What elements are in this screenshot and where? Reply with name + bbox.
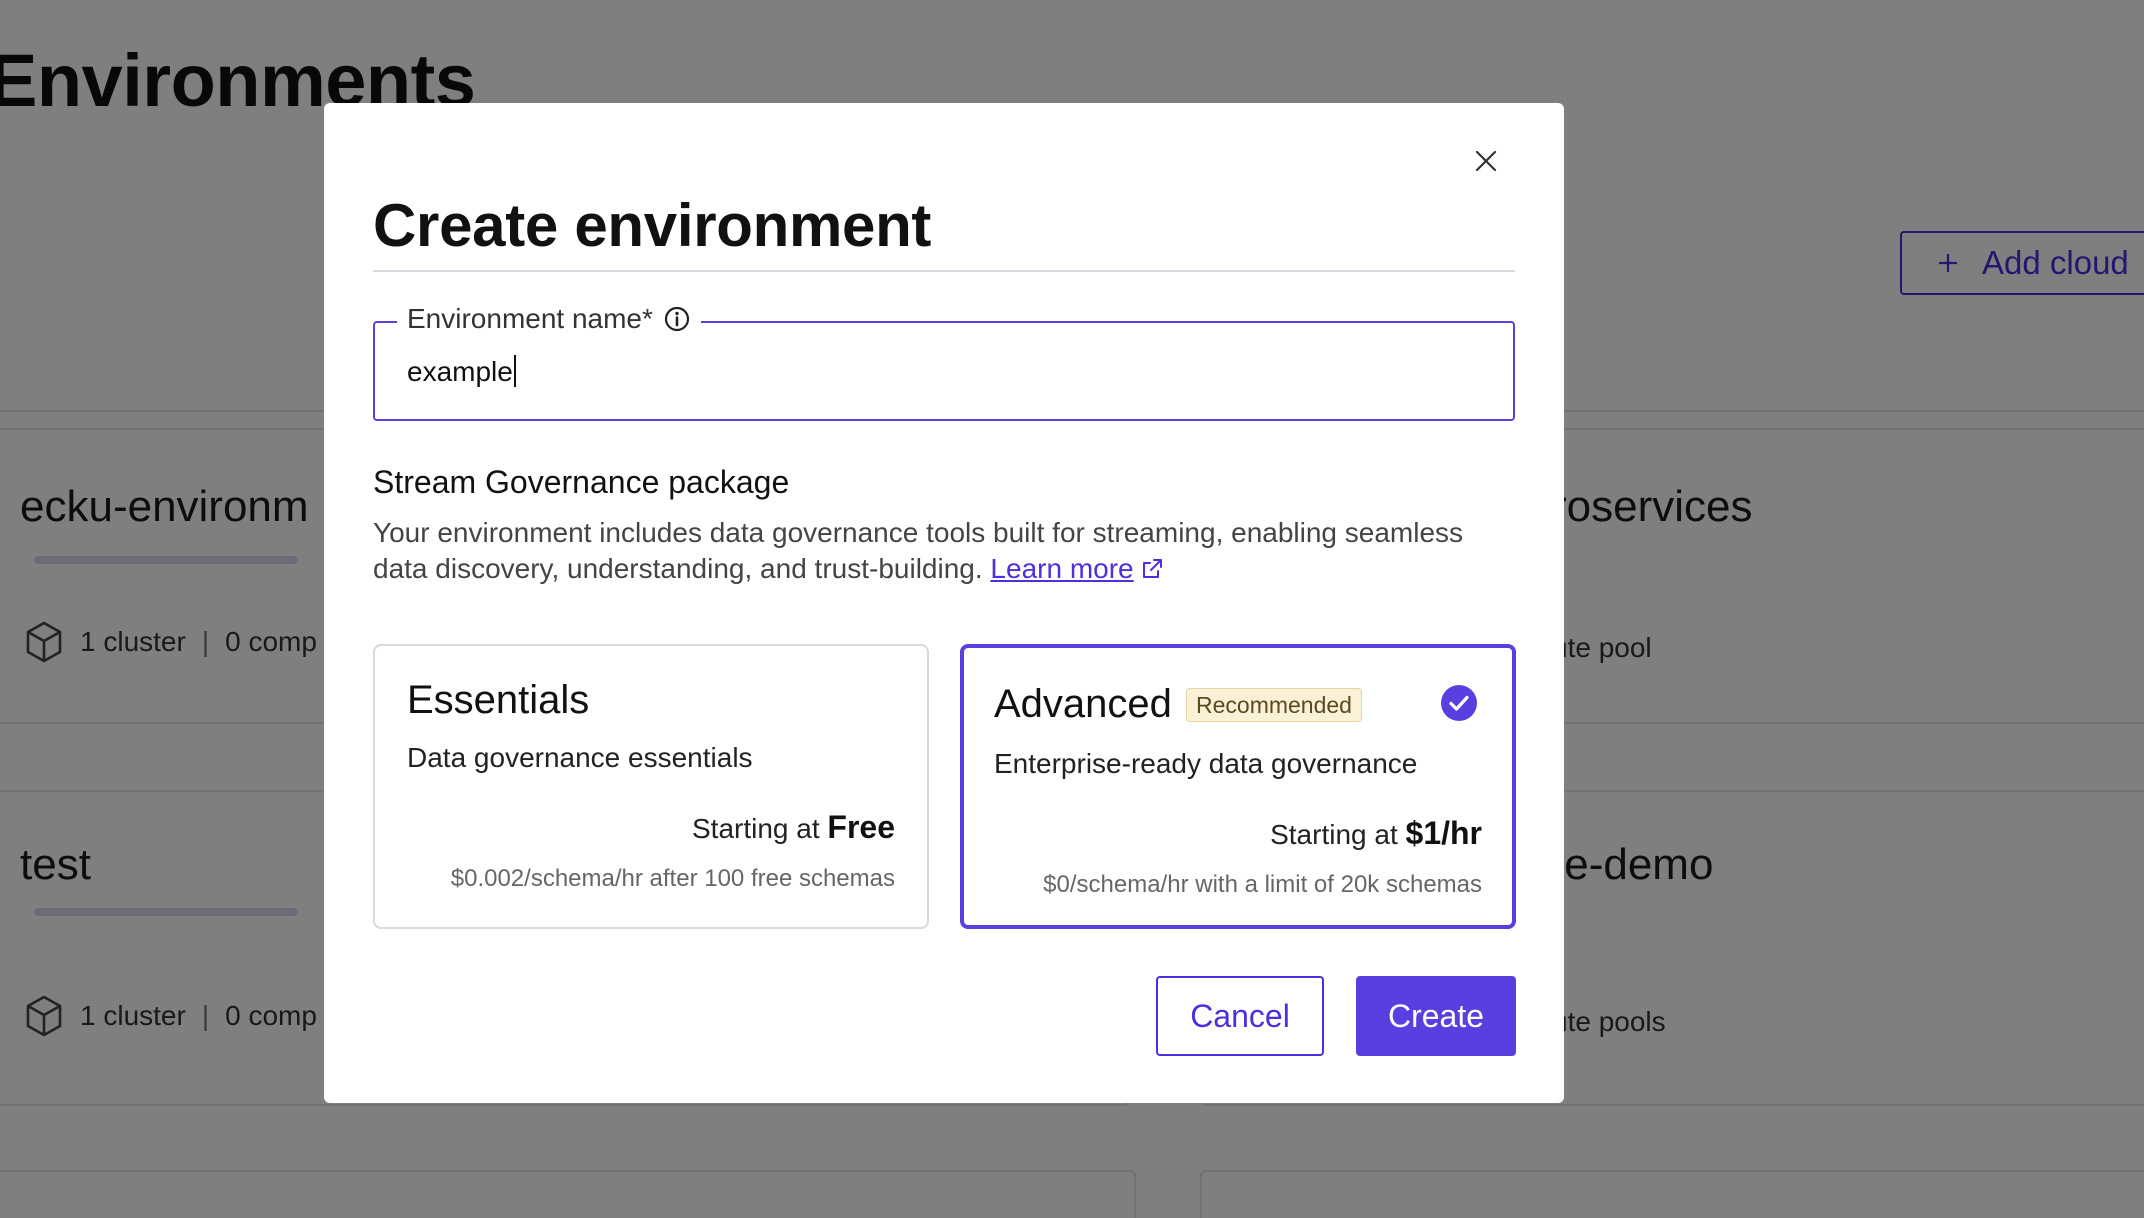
check-circle-icon (1441, 685, 1477, 721)
package-description: Enterprise-ready data governance (994, 748, 1418, 779)
price-prefix: Starting at (1270, 819, 1398, 850)
close-icon (1475, 150, 1497, 172)
package-advanced-card[interactable]: Advanced Recommended Enterprise-ready da… (960, 644, 1516, 929)
package-note: $0/schema/hr with a limit of 20k schemas (1043, 871, 1482, 898)
create-environment-dialog: Create environment Environment name* exa… (324, 103, 1564, 1103)
environment-name-input[interactable]: example (407, 355, 516, 388)
title-divider (373, 270, 1515, 272)
learn-more-label: Learn more (990, 553, 1134, 584)
dialog-title: Create environment (373, 192, 932, 259)
field-label-text: Environment name* (407, 303, 653, 334)
description-text: Your environment includes data governanc… (373, 517, 1464, 584)
package-price: Starting at $1/hr (1270, 815, 1482, 852)
price-prefix: Starting at (691, 813, 820, 844)
learn-more-link[interactable]: Learn more (990, 553, 1133, 584)
package-name: Essentials (407, 678, 590, 722)
info-icon[interactable] (663, 305, 691, 333)
input-value: example (407, 356, 513, 387)
package-description: Data governance essentials (407, 742, 753, 773)
section-heading: Stream Governance package (373, 464, 790, 500)
package-note: $0.002/schema/hr after 100 free schemas (450, 865, 895, 892)
environment-name-field[interactable]: Environment name* example (373, 303, 1515, 421)
package-price: Starting at Free (692, 809, 895, 846)
create-button[interactable]: Create (1356, 976, 1516, 1056)
cancel-button[interactable]: Cancel (1156, 976, 1324, 1056)
text-caret (513, 355, 516, 387)
environment-name-label: Environment name* (397, 303, 701, 335)
external-link-icon (1142, 559, 1162, 578)
recommended-badge: Recommended (1186, 688, 1362, 722)
package-name: Advanced (994, 682, 1172, 726)
package-essentials-card[interactable]: Essentials Data governance essentials St… (373, 644, 929, 929)
section-description: Your environment includes data governanc… (373, 515, 1523, 587)
price-value: $1/hr (1405, 815, 1482, 851)
price-value: Free (827, 809, 895, 845)
close-button[interactable] (1468, 143, 1504, 179)
